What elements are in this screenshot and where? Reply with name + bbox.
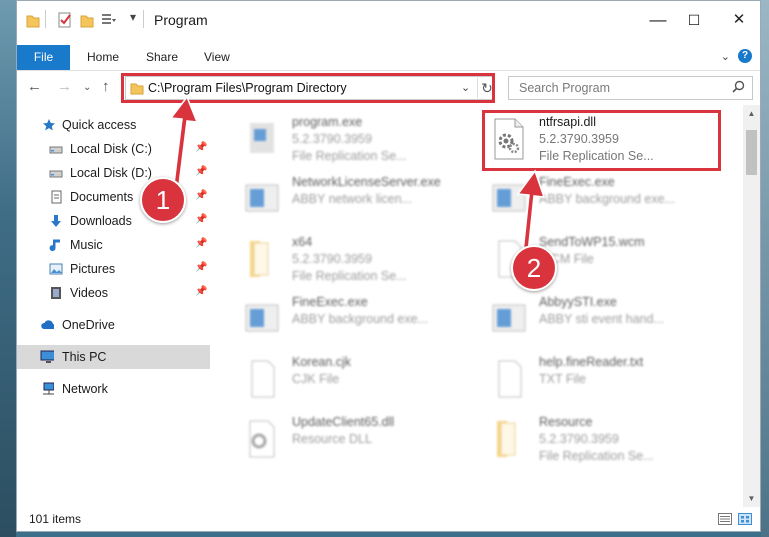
step-callout-1: 1 — [140, 177, 186, 223]
arrow-1 — [169, 95, 199, 186]
desktop-background — [0, 0, 16, 537]
desktop-background-right — [761, 0, 769, 537]
annotation-arrows — [169, 95, 546, 254]
explorer-window: ▾ Program — ☐ ✕ File Home Share View ⌄ ?… — [16, 0, 761, 532]
step-callout-2: 2 — [511, 245, 557, 291]
arrow-2 — [516, 169, 546, 254]
